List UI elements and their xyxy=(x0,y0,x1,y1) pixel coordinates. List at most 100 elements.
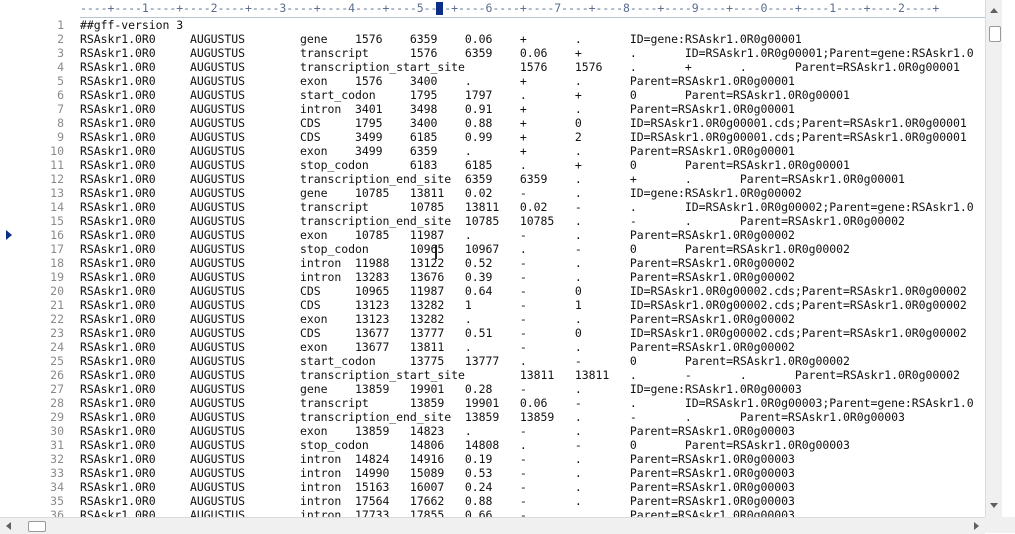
editor-line[interactable]: 10 RSAskr1.0R0 AUGUSTUS exon 3499 6359 . … xyxy=(0,144,985,158)
scroll-down-arrow-icon[interactable] xyxy=(990,503,998,508)
line-number: 32 xyxy=(50,452,64,466)
line-text: RSAskr1.0R0 AUGUSTUS start_codon 1795 17… xyxy=(80,88,850,102)
line-number: 5 xyxy=(57,74,64,88)
editor-line[interactable]: 2 RSAskr1.0R0 AUGUSTUS gene 1576 6359 0.0… xyxy=(0,32,985,46)
line-number: 35 xyxy=(50,494,64,508)
line-text: RSAskr1.0R0 AUGUSTUS exon 3499 6359 . + … xyxy=(80,144,795,158)
line-text: RSAskr1.0R0 AUGUSTUS exon 13123 13282 . … xyxy=(80,312,795,326)
editor-line[interactable]: 24 RSAskr1.0R0 AUGUSTUS exon 13677 13811 … xyxy=(0,340,985,354)
line-number: 12 xyxy=(50,172,64,186)
text-editor[interactable]: 1 ##gff-version 3 2 RSAskr1.0R0 AUGUSTUS ge… xyxy=(0,17,985,517)
editor-line[interactable]: 15 RSAskr1.0R0 AUGUSTUS transcription_end… xyxy=(0,214,985,228)
line-text: RSAskr1.0R0 AUGUSTUS stop_codon 6183 618… xyxy=(80,158,850,172)
editor-line[interactable]: 5 RSAskr1.0R0 AUGUSTUS exon 1576 3400 . +… xyxy=(0,74,985,88)
editor-line[interactable]: 30 RSAskr1.0R0 AUGUSTUS exon 13859 14823 … xyxy=(0,424,985,438)
line-text: RSAskr1.0R0 AUGUSTUS CDS 13123 13282 1 -… xyxy=(80,298,967,312)
line-number: 4 xyxy=(57,60,64,74)
line-text: RSAskr1.0R0 AUGUSTUS transcript 1576 635… xyxy=(80,46,974,60)
line-text: RSAskr1.0R0 AUGUSTUS intron 13283 13676 … xyxy=(80,270,795,284)
line-text: RSAskr1.0R0 AUGUSTUS exon 10785 11987 . … xyxy=(80,228,795,242)
editor-line[interactable]: 20 RSAskr1.0R0 AUGUSTUS CDS 10965 11987 0… xyxy=(0,284,985,298)
editor-line[interactable]: 9 RSAskr1.0R0 AUGUSTUS CDS 3499 6185 0.99… xyxy=(0,130,985,144)
editor-line[interactable]: 1 ##gff-version 3 xyxy=(0,18,985,32)
editor-line[interactable]: 32 RSAskr1.0R0 AUGUSTUS intron 14824 1491… xyxy=(0,452,985,466)
editor-line[interactable]: 26 RSAskr1.0R0 AUGUSTUS transcription_sta… xyxy=(0,368,985,382)
editor-line[interactable]: 3 RSAskr1.0R0 AUGUSTUS transcript 1576 63… xyxy=(0,46,985,60)
editor-line[interactable]: 11 RSAskr1.0R0 AUGUSTUS stop_codon 6183 6… xyxy=(0,158,985,172)
line-text: RSAskr1.0R0 AUGUSTUS CDS 10965 11987 0.6… xyxy=(80,284,967,298)
line-text: RSAskr1.0R0 AUGUSTUS transcription_start… xyxy=(80,368,960,382)
line-text: RSAskr1.0R0 AUGUSTUS transcription_end_s… xyxy=(80,214,905,228)
scroll-up-arrow-icon[interactable] xyxy=(990,8,998,13)
editor-line[interactable]: 12 RSAskr1.0R0 AUGUSTUS transcription_end… xyxy=(0,172,985,186)
line-number: 8 xyxy=(57,116,64,130)
line-text: RSAskr1.0R0 AUGUSTUS intron 14990 15089 … xyxy=(80,466,795,480)
editor-line[interactable]: 34 RSAskr1.0R0 AUGUSTUS intron 15163 1600… xyxy=(0,480,985,494)
line-number: 18 xyxy=(50,256,64,270)
line-number: 15 xyxy=(50,214,64,228)
line-number: 27 xyxy=(50,382,64,396)
editor-line[interactable]: 35 RSAskr1.0R0 AUGUSTUS intron 17564 1766… xyxy=(0,494,985,508)
editor-line[interactable]: 36 RSAskr1.0R0 AUGUSTUS intron 17733 1785… xyxy=(0,508,985,517)
line-number: 24 xyxy=(50,340,64,354)
horizontal-scrollbar[interactable] xyxy=(0,517,985,534)
line-number: 33 xyxy=(50,466,64,480)
line-number: 17 xyxy=(50,242,64,256)
line-number: 31 xyxy=(50,438,64,452)
line-text: RSAskr1.0R0 AUGUSTUS intron 3401 3498 0.… xyxy=(80,102,795,116)
editor-line[interactable]: 33 RSAskr1.0R0 AUGUSTUS intron 14990 1508… xyxy=(0,466,985,480)
editor-line[interactable]: 28 RSAskr1.0R0 AUGUSTUS transcript 13859 … xyxy=(0,396,985,410)
editor-line[interactable]: 22 RSAskr1.0R0 AUGUSTUS exon 13123 13282 … xyxy=(0,312,985,326)
current-line-arrow-icon xyxy=(6,230,12,240)
window-edge xyxy=(1002,0,1015,517)
line-number: 26 xyxy=(50,368,64,382)
line-text: ##gff-version 3 xyxy=(80,18,184,32)
line-text: RSAskr1.0R0 AUGUSTUS CDS 3499 6185 0.99 … xyxy=(80,130,967,144)
editor-line[interactable]: 19 RSAskr1.0R0 AUGUSTUS intron 13283 1367… xyxy=(0,270,985,284)
line-text: RSAskr1.0R0 AUGUSTUS intron 17564 17662 … xyxy=(80,494,795,508)
vertical-scroll-thumb[interactable] xyxy=(989,26,1001,42)
line-text: RSAskr1.0R0 AUGUSTUS CDS 13677 13777 0.5… xyxy=(80,326,967,340)
line-text: RSAskr1.0R0 AUGUSTUS exon 13859 14823 . … xyxy=(80,424,795,438)
line-text: RSAskr1.0R0 AUGUSTUS transcription_end_s… xyxy=(80,172,905,186)
scroll-right-arrow-icon[interactable] xyxy=(974,522,979,530)
line-text: RSAskr1.0R0 AUGUSTUS gene 13859 19901 0.… xyxy=(80,382,802,396)
editor-line[interactable]: 23 RSAskr1.0R0 AUGUSTUS CDS 13677 13777 0… xyxy=(0,326,985,340)
line-number: 21 xyxy=(50,298,64,312)
editor-line[interactable]: 16 RSAskr1.0R0 AUGUSTUS exon 10785 11987 … xyxy=(0,228,985,242)
vertical-scrollbar[interactable] xyxy=(985,0,1003,517)
line-text: RSAskr1.0R0 AUGUSTUS transcript 10785 13… xyxy=(80,200,974,214)
line-number: 7 xyxy=(57,102,64,116)
line-number: 28 xyxy=(50,396,64,410)
line-number: 10 xyxy=(50,144,64,158)
line-number: 23 xyxy=(50,326,64,340)
editor-line[interactable]: 25 RSAskr1.0R0 AUGUSTUS start_codon 13775… xyxy=(0,354,985,368)
editor-line[interactable]: 29 RSAskr1.0R0 AUGUSTUS transcription_end… xyxy=(0,410,985,424)
line-number: 22 xyxy=(50,312,64,326)
editor-line[interactable]: 27 RSAskr1.0R0 AUGUSTUS gene 13859 19901 … xyxy=(0,382,985,396)
horizontal-scroll-thumb[interactable] xyxy=(28,521,46,532)
editor-line[interactable]: 31 RSAskr1.0R0 AUGUSTUS stop_codon 14806 … xyxy=(0,438,985,452)
line-number: 20 xyxy=(50,284,64,298)
ruler-cursor-marker xyxy=(436,2,443,15)
editor-line[interactable]: 7 RSAskr1.0R0 AUGUSTUS intron 3401 3498 0… xyxy=(0,102,985,116)
scroll-left-arrow-icon[interactable] xyxy=(6,522,11,530)
line-text: RSAskr1.0R0 AUGUSTUS intron 14824 14916 … xyxy=(80,452,795,466)
editor-line[interactable]: 4 RSAskr1.0R0 AUGUSTUS transcription_star… xyxy=(0,60,985,74)
editor-line[interactable]: 17 RSAskr1.0R0 AUGUSTUS stop_codon 10965 … xyxy=(0,242,985,256)
line-text: RSAskr1.0R0 AUGUSTUS exon 1576 3400 . + … xyxy=(80,74,795,88)
line-number: 6 xyxy=(57,88,64,102)
line-number: 11 xyxy=(50,158,64,172)
line-text: RSAskr1.0R0 AUGUSTUS intron 15163 16007 … xyxy=(80,480,795,494)
editor-line[interactable]: 21 RSAskr1.0R0 AUGUSTUS CDS 13123 13282 1… xyxy=(0,298,985,312)
editor-line[interactable]: 8 RSAskr1.0R0 AUGUSTUS CDS 1795 3400 0.88… xyxy=(0,116,985,130)
editor-line[interactable]: 13 RSAskr1.0R0 AUGUSTUS gene 10785 13811 … xyxy=(0,186,985,200)
line-number: 9 xyxy=(57,130,64,144)
line-number: 1 xyxy=(57,18,64,32)
editor-line[interactable]: 6 RSAskr1.0R0 AUGUSTUS start_codon 1795 1… xyxy=(0,88,985,102)
line-number: 14 xyxy=(50,200,64,214)
line-text: RSAskr1.0R0 AUGUSTUS start_codon 13775 1… xyxy=(80,354,850,368)
editor-line[interactable]: 14 RSAskr1.0R0 AUGUSTUS transcript 10785 … xyxy=(0,200,985,214)
scrollbar-corner xyxy=(985,517,1015,533)
editor-line[interactable]: 18 RSAskr1.0R0 AUGUSTUS intron 11988 1312… xyxy=(0,256,985,270)
